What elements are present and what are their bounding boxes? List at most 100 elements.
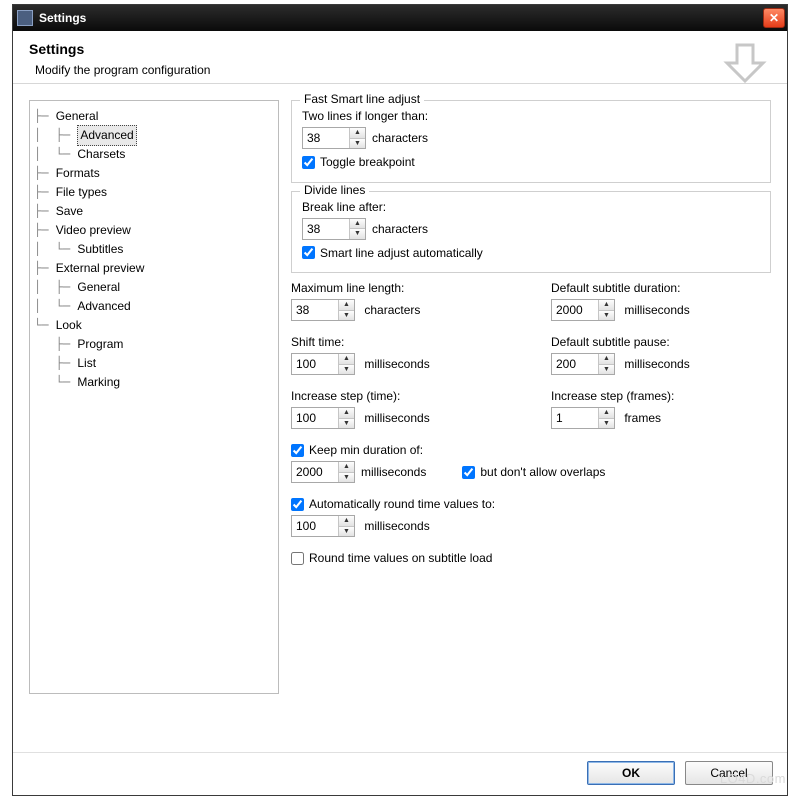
inc-step-frames-input[interactable] <box>552 408 598 428</box>
default-duration-spinner[interactable]: ▲▼ <box>551 299 615 321</box>
spin-down-icon[interactable]: ▼ <box>339 527 354 537</box>
spin-down-icon[interactable]: ▼ <box>339 311 354 321</box>
auto-round-value-input[interactable] <box>292 516 338 536</box>
spin-up-icon[interactable]: ▲ <box>350 128 365 139</box>
keep-min-value-input[interactable] <box>292 462 338 482</box>
cancel-button[interactable]: Cancel <box>685 761 773 785</box>
smart-auto-checkbox[interactable]: Smart line adjust automatically <box>302 246 483 260</box>
keep-min-spinner[interactable]: ▲▼ <box>291 461 355 483</box>
spin-up-icon[interactable]: ▲ <box>599 408 614 419</box>
tree-item[interactable]: ├─ List <box>34 354 274 373</box>
auto-round-input[interactable] <box>291 498 304 511</box>
spin-down-icon[interactable]: ▼ <box>339 365 354 375</box>
tree-item-label: Advanced <box>77 125 136 146</box>
round-on-load-checkbox[interactable]: Round time values on subtitle load <box>291 551 492 565</box>
spin-down-icon[interactable]: ▼ <box>599 419 614 429</box>
two-lines-spinner[interactable]: ▲ ▼ <box>302 127 366 149</box>
inc-step-frames-spinner[interactable]: ▲▼ <box>551 407 615 429</box>
tree-item[interactable]: │ └─ Subtitles <box>34 240 274 259</box>
tree-item[interactable]: └─ Marking <box>34 373 274 392</box>
spin-down-icon[interactable]: ▼ <box>339 473 354 483</box>
break-after-spinner[interactable]: ▲▼ <box>302 218 366 240</box>
round-on-load-input[interactable] <box>291 552 304 565</box>
fast-smart-legend: Fast Smart line adjust <box>300 92 424 106</box>
keep-min-checkbox[interactable]: Keep min duration of: <box>291 443 423 457</box>
close-button[interactable]: ✕ <box>763 8 785 28</box>
spin-up-icon[interactable]: ▲ <box>339 516 354 527</box>
ok-button[interactable]: OK <box>587 761 675 785</box>
smart-auto-input[interactable] <box>302 246 315 259</box>
inc-step-time-unit: milliseconds <box>364 411 429 425</box>
tree-item[interactable]: ├─ File types <box>34 183 274 202</box>
tree-item[interactable]: ├─ General <box>34 107 274 126</box>
tree-item[interactable]: │ ├─ General <box>34 278 274 297</box>
break-after-label: Break line after: <box>302 200 760 214</box>
spin-down-icon[interactable]: ▼ <box>350 229 365 239</box>
max-line-length-input[interactable] <box>292 300 338 320</box>
break-after-input[interactable] <box>303 219 349 239</box>
tree-item[interactable]: ├─ Save <box>34 202 274 221</box>
tree-item[interactable]: ├─ Program <box>34 335 274 354</box>
default-pause-spinner[interactable]: ▲▼ <box>551 353 615 375</box>
auto-round-spinner[interactable]: ▲▼ <box>291 515 355 537</box>
max-line-length-spinner[interactable]: ▲▼ <box>291 299 355 321</box>
auto-round-unit: milliseconds <box>364 519 429 533</box>
no-overlap-input[interactable] <box>462 466 475 479</box>
spin-up-icon[interactable]: ▲ <box>339 354 354 365</box>
default-duration-input[interactable] <box>552 300 598 320</box>
spin-up-icon[interactable]: ▲ <box>339 300 354 311</box>
spin-up-icon[interactable]: ▲ <box>339 462 354 473</box>
spin-down-icon[interactable]: ▼ <box>599 365 614 375</box>
tree-item[interactable]: ├─ Video preview <box>34 221 274 240</box>
tree-item-label: Formats <box>56 164 100 183</box>
window-title: Settings <box>39 11 763 25</box>
toggle-breakpoint-checkbox[interactable]: Toggle breakpoint <box>302 155 415 169</box>
inc-step-time-spinner[interactable]: ▲▼ <box>291 407 355 429</box>
tree-item[interactable]: └─ Look <box>34 316 274 335</box>
page-title: Settings <box>29 41 771 57</box>
spin-down-icon[interactable]: ▼ <box>339 419 354 429</box>
default-duration-label: Default subtitle duration: <box>551 281 771 295</box>
tree-connector-icon: ├─ <box>34 164 56 183</box>
spin-up-icon[interactable]: ▲ <box>339 408 354 419</box>
tree-item[interactable]: │ ├─ Advanced <box>34 126 274 145</box>
two-lines-label: Two lines if longer than: <box>302 109 760 123</box>
shift-time-spinner[interactable]: ▲▼ <box>291 353 355 375</box>
tree-item-label: General <box>77 278 120 297</box>
tree-connector-icon: ├─ <box>34 107 56 126</box>
tree-item[interactable]: ├─ Formats <box>34 164 274 183</box>
tree-connector-icon: │ └─ <box>34 145 77 164</box>
keep-min-input[interactable] <box>291 444 304 457</box>
two-lines-input[interactable] <box>303 128 349 148</box>
spin-down-icon[interactable]: ▼ <box>350 139 365 149</box>
tree-item-label: File types <box>56 183 107 202</box>
default-pause-input[interactable] <box>552 354 598 374</box>
max-line-length-unit: characters <box>364 303 420 317</box>
no-overlap-label: but don't allow overlaps <box>480 465 605 479</box>
tree-item[interactable]: │ └─ Charsets <box>34 145 274 164</box>
inc-step-time-input[interactable] <box>292 408 338 428</box>
dialog-buttons: OK Cancel <box>13 752 787 795</box>
tree-item[interactable]: │ └─ Advanced <box>34 297 274 316</box>
body: ├─ General│ ├─ Advanced│ └─ Charsets├─ F… <box>13 83 787 752</box>
tree-connector-icon: ├─ <box>34 183 56 202</box>
auto-round-checkbox[interactable]: Automatically round time values to: <box>291 497 495 511</box>
tree-item[interactable]: ├─ External preview <box>34 259 274 278</box>
inc-step-frames-unit: frames <box>624 411 661 425</box>
settings-tree[interactable]: ├─ General│ ├─ Advanced│ └─ Charsets├─ F… <box>29 100 279 694</box>
spin-up-icon[interactable]: ▲ <box>599 354 614 365</box>
divide-lines-group: Divide lines Break line after: ▲▼ charac… <box>291 191 771 274</box>
down-arrow-icon <box>721 39 769 87</box>
close-icon: ✕ <box>769 11 779 25</box>
inc-step-time-label: Increase step (time): <box>291 389 511 403</box>
tree-item-label: Marking <box>77 373 120 392</box>
spin-up-icon[interactable]: ▲ <box>350 219 365 230</box>
spin-down-icon[interactable]: ▼ <box>599 311 614 321</box>
shift-time-input[interactable] <box>292 354 338 374</box>
tree-item-label: Save <box>56 202 83 221</box>
toggle-breakpoint-input[interactable] <box>302 156 315 169</box>
spin-up-icon[interactable]: ▲ <box>599 300 614 311</box>
no-overlap-checkbox[interactable]: but don't allow overlaps <box>462 465 605 479</box>
tree-item-label: Look <box>56 316 82 335</box>
tree-item-label: List <box>77 354 96 373</box>
